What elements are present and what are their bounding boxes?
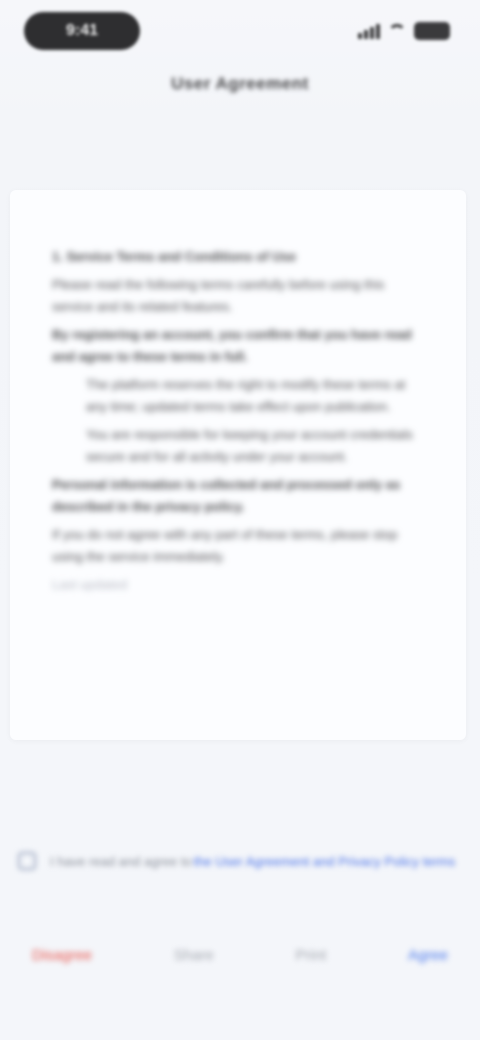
status-icons <box>358 20 450 42</box>
document-paragraph: The platform reserves the right to modif… <box>86 377 406 414</box>
document-paragraph: You are responsible for keeping your acc… <box>86 427 413 464</box>
document-paragraph: Personal information is collected and pr… <box>52 477 401 514</box>
agreement-row[interactable]: I have read and agree to the User Agreem… <box>18 846 458 876</box>
disagree-button[interactable]: Disagree <box>26 939 98 972</box>
signal-icon <box>358 23 380 39</box>
document-heading: 1. Service Terms and Conditions of Use <box>52 249 296 264</box>
battery-icon <box>414 22 450 40</box>
bottom-toolbar: Disagree Share Print Agree <box>0 920 480 990</box>
share-button[interactable]: Share <box>168 939 220 972</box>
agreement-link[interactable]: the User Agreement and Privacy Policy te… <box>194 854 456 869</box>
nav-bar: User Agreement <box>0 62 480 106</box>
page-title: User Agreement <box>171 74 309 93</box>
agree-button[interactable]: Agree <box>402 939 454 972</box>
agreement-checkbox[interactable] <box>18 852 36 870</box>
document-footer: Last updated <box>52 577 128 592</box>
agreement-text: I have read and agree to <box>50 853 192 869</box>
document-paragraph: By registering an account, you confirm t… <box>52 327 412 364</box>
document-paragraph: Please read the following terms carefull… <box>52 277 385 314</box>
screen: 9:41 User Agreement 1. Service Terms and… <box>0 0 480 1040</box>
print-button[interactable]: Print <box>289 939 332 972</box>
wifi-icon <box>388 24 406 38</box>
status-bar: 9:41 <box>0 0 480 60</box>
document-body[interactable]: 1. Service Terms and Conditions of Use P… <box>52 246 420 602</box>
status-time: 9:41 <box>24 12 140 50</box>
document-paragraph: If you do not agree with any part of the… <box>52 527 398 564</box>
